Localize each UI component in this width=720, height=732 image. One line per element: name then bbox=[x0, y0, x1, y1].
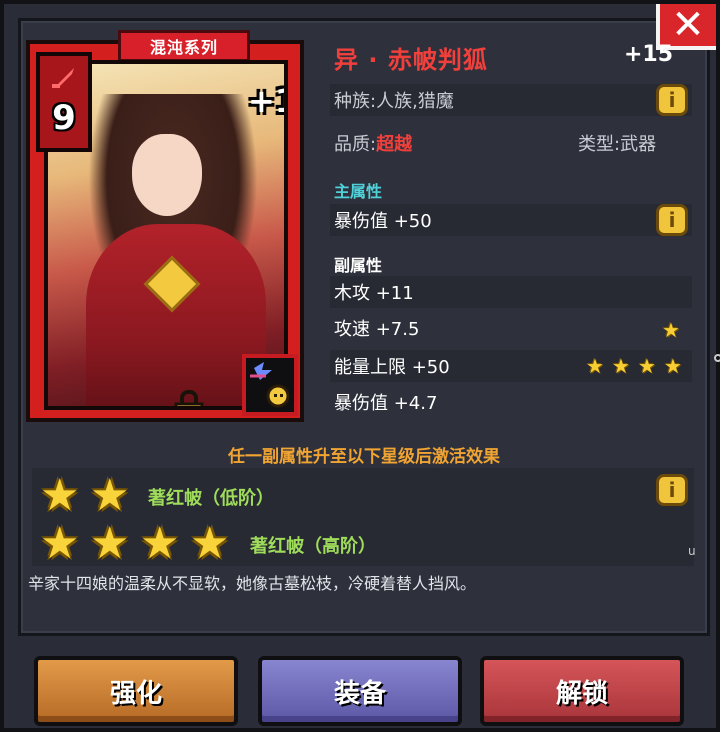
element-badge bbox=[242, 354, 298, 416]
cost-number: 9 bbox=[52, 98, 76, 138]
sub-attr-text: 暴伤值 +4.7 bbox=[334, 393, 438, 414]
sub-attr-row: 攻速 +7.5 bbox=[330, 312, 692, 344]
star-icon: ★ bbox=[90, 470, 130, 521]
sub-attr-text: 攻速 +7.5 bbox=[334, 319, 420, 340]
sub-attr-row: 暴伤值 +4.7 bbox=[330, 386, 692, 418]
sub-attr-row: 木攻 +11 bbox=[330, 276, 692, 308]
star-icon: ★ bbox=[140, 518, 180, 569]
cost-badge: 9 bbox=[36, 52, 92, 152]
series-banner: 混沌系列 bbox=[118, 30, 250, 62]
main-attr-heading: 主属性 bbox=[334, 182, 383, 201]
type-text: 类型:武器 bbox=[578, 134, 657, 155]
set-tier-low: 著红帔（低阶） bbox=[148, 488, 274, 509]
quality-value: 超越 bbox=[376, 134, 413, 155]
quality-row: 品质:超越 bbox=[334, 130, 412, 156]
star-icon: ★ bbox=[662, 318, 680, 342]
portrait-face bbox=[132, 134, 202, 216]
card-level: +15 bbox=[248, 82, 284, 120]
set-bonus-heading: 任一副属性升至以下星级后激活效果 bbox=[228, 447, 500, 467]
sub-attr-text: 能量上限 +50 bbox=[334, 357, 450, 378]
sub-attr-text: 木攻 +11 bbox=[334, 283, 414, 304]
star-icon: ★ bbox=[40, 470, 80, 521]
item-level: +15 bbox=[624, 42, 674, 67]
race-text: 种族:人族,猎魔 bbox=[334, 91, 454, 112]
star-icon: ★ bbox=[190, 518, 230, 569]
main-attr-row: 暴伤值 +50 bbox=[330, 204, 692, 236]
star-icon: ★ bbox=[40, 518, 80, 569]
lock-icon[interactable] bbox=[174, 390, 204, 410]
star-icon: ★ bbox=[638, 354, 656, 378]
star-icon: ★ bbox=[664, 354, 682, 378]
quality-label: 品质: bbox=[334, 134, 377, 155]
item-detail-panel: ✕ 混沌系列 +15 9 bbox=[0, 0, 720, 732]
info-icon[interactable]: i bbox=[656, 474, 688, 506]
item-card: 混沌系列 +15 9 bbox=[26, 30, 304, 422]
info-icon[interactable]: i bbox=[656, 204, 688, 236]
star-icon: ★ bbox=[612, 354, 630, 378]
portrait-robe bbox=[86, 224, 266, 406]
star-icon: ★ bbox=[90, 518, 130, 569]
element-icon bbox=[250, 362, 290, 408]
flavor-text: 辛家十四娘的温柔从不显软，她像古墓松枝，冷硬着替人挡风。 bbox=[28, 574, 477, 593]
sub-attr-heading: 副属性 bbox=[334, 256, 383, 275]
star-icon: ★ bbox=[586, 354, 604, 378]
item-name: 异 · 赤帔判狐 bbox=[334, 46, 488, 74]
strengthen-button[interactable]: 强化 bbox=[34, 656, 238, 726]
equip-button[interactable]: 装备 bbox=[258, 656, 462, 726]
sword-icon bbox=[52, 68, 74, 88]
unlock-button[interactable]: 解锁 bbox=[480, 656, 684, 726]
scroll-indicator bbox=[714, 354, 720, 362]
main-attr-value: 暴伤值 +50 bbox=[334, 211, 432, 232]
race-row: 种族:人族,猎魔 bbox=[330, 84, 692, 116]
close-icon: ✕ bbox=[671, 2, 705, 48]
set-tier-high: 著红帔（高阶） bbox=[250, 536, 376, 557]
scroll-mark: u bbox=[688, 544, 696, 558]
info-icon[interactable]: i bbox=[656, 84, 688, 116]
